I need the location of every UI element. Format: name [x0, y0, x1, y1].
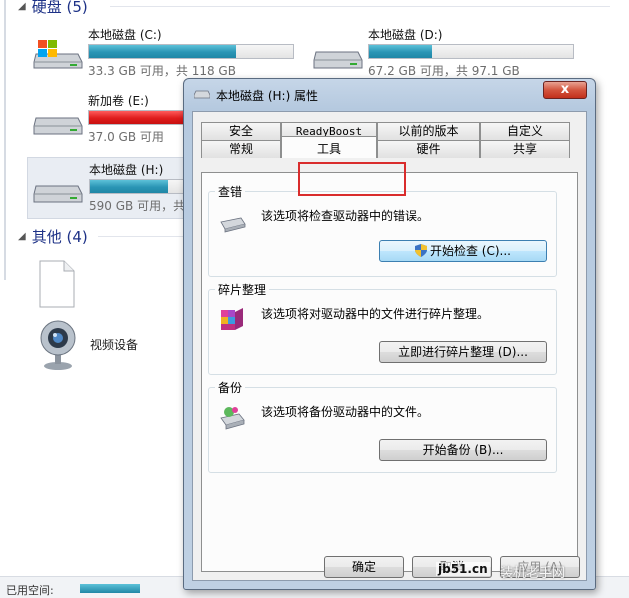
device-label[interactable]: 视频设备 [90, 336, 138, 353]
close-button[interactable]: x [543, 81, 587, 99]
collapse-arrow-icon[interactable]: ◢ [18, 1, 26, 12]
tab-previous-versions[interactable]: 以前的版本 [377, 122, 480, 140]
drive-name: 本地磁盘 (C:) [88, 28, 162, 42]
tab-tools[interactable]: 工具 [281, 136, 377, 158]
drive-usage-fill [89, 45, 236, 58]
tab-row-front: 常规 工具 硬件 共享 [201, 136, 570, 158]
drive-name: 本地磁盘 (D:) [368, 28, 443, 42]
drive-d[interactable]: 本地磁盘 (D:) 67.2 GB 可用，共 97.1 GB [310, 26, 610, 84]
start-backup-button[interactable]: 开始备份 (B)... [379, 439, 547, 461]
used-space-label: 已用空间: [6, 584, 54, 597]
drive-usage-bar [88, 44, 294, 59]
start-check-button[interactable]: 开始检查 (C)... [379, 240, 547, 262]
dialog-titlebar[interactable]: 本地磁盘 (H:) 属性 x [184, 79, 595, 109]
tab-hardware[interactable]: 硬件 [377, 140, 480, 158]
drive-size: 33.3 GB 可用，共 118 GB [88, 64, 236, 78]
defragment-now-button[interactable]: 立即进行碎片整理 (D)... [379, 341, 547, 363]
collapse-arrow-icon[interactable]: ◢ [18, 231, 26, 242]
group-description: 该选项将检查驱动器中的错误。 [261, 209, 430, 223]
group-title: 查错 [215, 183, 246, 200]
drive-size: 67.2 GB 可用，共 97.1 GB [368, 64, 520, 78]
start-check-label: 开始检查 (C)... [429, 244, 511, 258]
group-header-label: 硬盘 (5) [31, 0, 88, 16]
defragment-group: 碎片整理 该选项将对驱动器中的文件进行碎片整理。 立即进行碎片整理 (D)... [208, 281, 557, 375]
group-header-hard-disks[interactable]: ◢ 硬盘 (5) [18, 0, 88, 17]
drive-name: 本地磁盘 (H:) [89, 163, 164, 177]
uac-shield-icon [414, 244, 427, 257]
group-header-other[interactable]: ◢ 其他 (4) [18, 226, 88, 247]
navigation-pane-divider [4, 0, 6, 280]
group-header-label: 其他 (4) [31, 228, 88, 246]
dialog-client-area: 安全 ReadyBoost 以前的版本 自定义 常规 工具 硬件 共享 查错 该… [192, 111, 587, 581]
drive-c[interactable]: 本地磁盘 (C:) 33.3 GB 可用，共 118 GB [30, 26, 310, 84]
drive-usage-fill [90, 180, 168, 193]
drive-usage-bar [368, 44, 574, 59]
error-checking-group: 查错 该选项将检查驱动器中的错误。 开始检查 (C)... [208, 183, 557, 277]
watermark-text: 装机老手网 [500, 566, 566, 581]
defrag-icon [221, 308, 243, 330]
backup-icon [220, 407, 245, 430]
group-divider [98, 236, 188, 237]
drive-h[interactable]: 本地磁盘 (H:) 590 GB 可用，共 [27, 157, 295, 219]
ok-button[interactable]: 确定 [324, 556, 404, 578]
used-space-bar [80, 584, 140, 593]
drive-title-icon [194, 90, 210, 99]
tab-row-back: 安全 ReadyBoost 以前的版本 自定义 [201, 122, 570, 140]
tab-sharing[interactable]: 共享 [480, 140, 570, 158]
properties-dialog: 本地磁盘 (H:) 属性 x 安全 ReadyBoost 以前的版本 自定义 常… [183, 78, 596, 590]
drive-name: 新加卷 (E:) [88, 94, 149, 108]
group-divider [110, 6, 610, 7]
drive-size: 590 GB 可用，共 [89, 199, 186, 213]
group-title: 碎片整理 [215, 281, 270, 298]
drive-check-icon [220, 217, 246, 233]
webcam-icon[interactable] [36, 318, 80, 372]
tab-customize[interactable]: 自定义 [480, 122, 570, 140]
hard-drive-icon [313, 51, 363, 69]
tab-security[interactable]: 安全 [201, 122, 281, 140]
watermark-site: jb51.cn [436, 562, 490, 576]
group-description: 该选项将备份驱动器中的文件。 [261, 405, 430, 419]
tab-general[interactable]: 常规 [201, 140, 281, 158]
annotation-highlight-box [298, 162, 406, 196]
group-description: 该选项将对驱动器中的文件进行碎片整理。 [261, 307, 490, 321]
windows-drive-icon [33, 40, 83, 69]
dialog-title: 本地磁盘 (H:) 属性 [216, 89, 319, 103]
hard-drive-icon [33, 185, 83, 203]
file-icon[interactable] [38, 260, 76, 308]
group-title: 备份 [215, 379, 246, 396]
tools-tab-panel: 查错 该选项将检查驱动器中的错误。 开始检查 (C)... 碎片整理 该选项将对… [201, 172, 578, 572]
drive-size: 37.0 GB 可用 [88, 130, 164, 144]
backup-group: 备份 该选项将备份驱动器中的文件。 开始备份 (B)... [208, 379, 557, 473]
drive-usage-fill [369, 45, 433, 58]
hard-drive-icon [33, 117, 83, 135]
